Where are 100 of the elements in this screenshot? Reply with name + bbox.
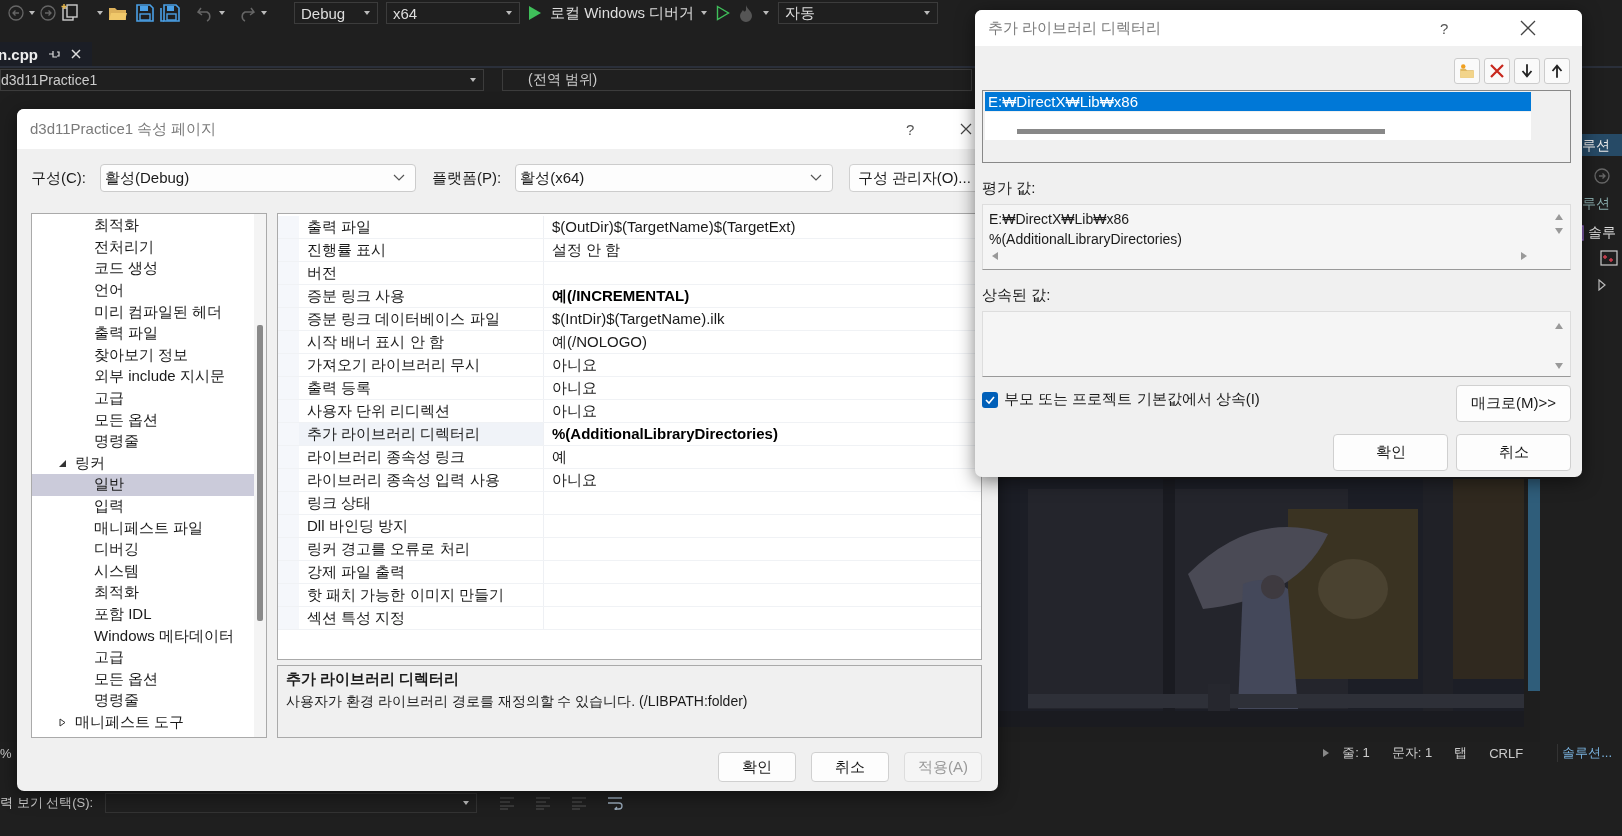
property-name[interactable]: 라이브러리 종속성 입력 사용: [299, 469, 544, 491]
save-all-icon[interactable]: [160, 4, 180, 22]
caret-icon[interactable]: [28, 9, 36, 17]
tree-item[interactable]: 최적화: [32, 215, 254, 237]
scrollbar-thumb[interactable]: [1017, 129, 1385, 134]
tree-item[interactable]: 고급: [32, 646, 254, 669]
line-indicator[interactable]: 줄: 1: [1342, 744, 1370, 762]
tree-item[interactable]: 명령줄: [32, 690, 254, 712]
scroll-down-icon: [1554, 227, 1564, 235]
property-name[interactable]: 가져오기 라이브러리 무시: [299, 354, 544, 376]
tree-item[interactable]: 모든 옵션: [32, 668, 254, 691]
search-field[interactable]: 루션: [1582, 195, 1610, 213]
column-indicator[interactable]: 문자: 1: [1391, 744, 1433, 762]
scroll-right-icon: [1520, 251, 1528, 261]
tree-item[interactable]: 매니페스트 도구: [32, 711, 254, 734]
dialog-button[interactable]: 취소: [1456, 434, 1571, 471]
help-button[interactable]: ?: [906, 120, 915, 138]
tree-item[interactable]: 포함 IDL: [32, 603, 254, 626]
property-name[interactable]: 증분 링크 사용: [299, 285, 544, 307]
project-dropdown[interactable]: d3d11Practice1: [0, 69, 484, 91]
tree-item[interactable]: 일반: [32, 474, 254, 496]
dialog-button[interactable]: 취소: [811, 752, 889, 782]
tree-item[interactable]: 코드 생성: [32, 258, 254, 280]
combo-box[interactable]: 자동: [778, 2, 939, 24]
dialog-title: d3d11Practice1 속성 페이지: [30, 119, 217, 139]
property-name[interactable]: 사용자 단위 리디렉션: [299, 400, 544, 422]
combo-box[interactable]: x64: [386, 2, 520, 24]
platform-dropdown[interactable]: 활성(x64): [515, 164, 834, 192]
wrap-icon[interactable]: [607, 796, 624, 810]
pin-icon[interactable]: [48, 48, 60, 60]
tree-item[interactable]: 입력: [32, 495, 254, 518]
dialog-button[interactable]: 확인: [718, 752, 796, 782]
save-icon[interactable]: [136, 4, 154, 22]
caret-icon[interactable]: [218, 9, 226, 17]
property-name[interactable]: 버전: [299, 262, 544, 284]
caret-icon[interactable]: [96, 9, 104, 17]
scrollbar-thumb[interactable]: [1528, 479, 1540, 691]
tree-item[interactable]: 링커: [32, 452, 254, 475]
property-name[interactable]: 시작 배너 표시 안 함: [299, 331, 544, 353]
tree-item[interactable]: 최적화: [32, 582, 254, 604]
scroll-up-icon: [1554, 322, 1564, 330]
list-item[interactable]: E:₩DirectX₩Lib₩x86: [985, 92, 1531, 111]
tree-item[interactable]: 출력 파일: [32, 322, 254, 345]
indent-indicator[interactable]: 탭: [1454, 744, 1468, 762]
tree-item[interactable]: 모든 옵션: [32, 409, 254, 431]
property-name[interactable]: 출력 파일: [299, 216, 544, 238]
panel-tab[interactable]: 솔루션...: [1557, 744, 1616, 762]
caret-icon[interactable]: [762, 9, 771, 17]
collapse-icon[interactable]: [58, 458, 67, 468]
tree-item[interactable]: 명령줄: [32, 430, 254, 453]
property-name[interactable]: 출력 등록: [299, 377, 544, 399]
help-button[interactable]: ?: [1440, 19, 1449, 37]
scrollbar-thumb[interactable]: [257, 325, 263, 621]
zoom-level[interactable]: %: [0, 745, 12, 761]
property-name[interactable]: 링크 상태: [299, 492, 544, 514]
tree-item[interactable]: 전처리기: [32, 236, 254, 259]
property-name[interactable]: 핫 패치 가능한 이미지 만들기: [299, 584, 544, 606]
scope-dropdown[interactable]: (전역 범위): [502, 69, 972, 91]
property-name[interactable]: 섹션 특성 지정: [299, 607, 544, 629]
dialog-title: 추가 라이브러리 디렉터리: [988, 18, 1162, 38]
property-name[interactable]: 진행률 표시: [299, 239, 544, 261]
tree-item[interactable]: 미리 컴파일된 헤더: [32, 301, 254, 323]
property-name[interactable]: 추가 라이브러리 디렉터리: [299, 423, 544, 445]
tree-item[interactable]: 시스템: [32, 560, 254, 583]
new-item-icon[interactable]: [60, 3, 80, 23]
play-icon[interactable]: [528, 5, 542, 21]
property-value[interactable]: 아니요: [544, 469, 981, 491]
tree-item[interactable]: 찾아보기 정보: [32, 344, 254, 367]
macro-button[interactable]: 매크로(M)>>: [1456, 385, 1571, 422]
tree-item[interactable]: 고급: [32, 387, 254, 410]
tree-item[interactable]: 언어: [32, 279, 254, 302]
arrow-icon[interactable]: [1322, 748, 1331, 758]
tree-item[interactable]: 디버깅: [32, 538, 254, 561]
line-ending-indicator[interactable]: CRLF: [1489, 745, 1524, 761]
add-icon[interactable]: [1600, 250, 1618, 266]
property-name[interactable]: 강제 파일 출력: [299, 561, 544, 583]
property-name[interactable]: 링커 경고를 오류로 처리: [299, 538, 544, 560]
tree-item[interactable]: 외부 include 지시문: [32, 366, 254, 388]
checkbox-label[interactable]: 부모 또는 프로젝트 기본값에서 상속(I): [1004, 390, 1260, 409]
tree-item[interactable]: Windows 메타데이터: [32, 625, 254, 647]
property-name[interactable]: 증분 링크 데이터베이스 파일: [299, 308, 544, 330]
forward-icon[interactable]: [1594, 168, 1610, 184]
tree-item[interactable]: 솔루: [1588, 224, 1616, 242]
checkbox[interactable]: [982, 391, 998, 408]
caret-icon[interactable]: [260, 9, 268, 17]
property-name[interactable]: Dll 바인딩 방지: [299, 515, 544, 537]
description-text: 사용자가 환경 라이브러리 경로를 재정의할 수 있습니다. (/LIBPATH:folder): [286, 693, 749, 711]
dialog-button[interactable]: 확인: [1333, 434, 1448, 471]
value-line: E:₩DirectX₩Lib₩x86: [989, 210, 1131, 229]
expand-icon[interactable]: [1598, 279, 1606, 291]
close-icon[interactable]: [1520, 20, 1536, 36]
configuration-dropdown[interactable]: 활성(Debug): [100, 164, 416, 192]
close-icon[interactable]: [960, 123, 972, 135]
panel-tab[interactable]: 루션: [1582, 134, 1622, 156]
property-name[interactable]: 라이브러리 종속성 링크: [299, 446, 544, 468]
play-outline-icon[interactable]: [716, 5, 731, 21]
tree-item[interactable]: 매니페스트 파일: [32, 517, 254, 539]
debugger-button[interactable]: 로컬 Windows 디버거: [550, 3, 709, 23]
combo-box[interactable]: Debug: [294, 2, 378, 24]
expand-icon[interactable]: [58, 717, 67, 727]
